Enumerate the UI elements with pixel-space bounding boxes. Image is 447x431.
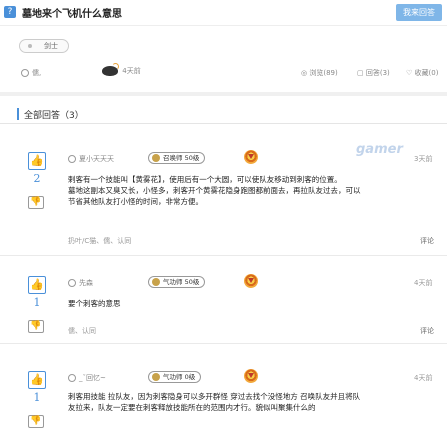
answer-actions[interactable]: 扔叶/C猫、儒、认同 [68, 236, 131, 246]
divider [0, 92, 447, 96]
user-icon [21, 69, 29, 77]
question-meta: 儒, 4天前 ◎ 浏览(89) ▢ 回答(3) ♡ 收藏(0) [0, 63, 447, 80]
comment-link[interactable]: 评论 [420, 326, 434, 336]
medal-icon [242, 274, 260, 288]
answers-count[interactable]: ▢ 回答(3) [357, 68, 390, 78]
answers-label: 回答(3) [365, 69, 390, 77]
section-title: 全部回答（3） [24, 111, 84, 121]
answer-line: 剌客有一个技能叫【黄雾花】，使用后有一个大圆，可以使队友移动到刺客的位置。 [68, 175, 342, 184]
level-text: 气功师 0级 [163, 373, 196, 381]
thumbs-down-icon[interactable]: 👎 [28, 320, 44, 333]
question-time: 4天前 [122, 67, 141, 75]
thumbs-down-icon[interactable]: 👎 [28, 196, 44, 209]
answer-line: 友拉来，队友一定要在刺客释放技能所在的范围内才行。貌似叫聚集什么的 [68, 403, 316, 412]
medal-icon [242, 369, 260, 383]
user-name: 夏小天天天 [79, 155, 114, 163]
level-badge: 气功师 50级 [148, 276, 206, 288]
answer-user[interactable]: _ˇ回忆~ [68, 373, 106, 383]
thumbs-up-icon[interactable]: 👍 [28, 276, 46, 294]
level-gem-icon [152, 373, 160, 381]
answer-line: 墓地这副本又臭又长，小怪多，刺客开个黄雾花隐身跑图都前面去，再拉队友过去，可以 [68, 186, 361, 195]
answer-item: 👍 1 👎 先森 气功师 50级 4天前 要个刺客的意思 儒、认同 评论 [0, 274, 447, 344]
section-accent [17, 108, 19, 120]
thumbs-down-icon[interactable]: 👎 [28, 415, 44, 428]
answer-time: 4天前 [414, 374, 433, 382]
user-name: 先森 [79, 279, 93, 287]
views-count: ◎ 浏览(89) [301, 69, 338, 77]
thumbs-up-icon[interactable]: 👍 [28, 152, 46, 170]
asker[interactable]: 儒, [21, 68, 41, 78]
user-icon [68, 279, 76, 287]
user-icon [68, 155, 76, 163]
answer-time: 3天前 [414, 155, 433, 163]
answer-user[interactable]: 先森 [68, 278, 93, 288]
favorites-label: 收藏(0) [414, 69, 439, 77]
answer-content: 刺客用技能 拉队友，因为刺客隐身可以多开群怪 穿过去找个没怪地方 召唤队友并且将… [68, 391, 440, 413]
level-badge: 气功师 0级 [148, 371, 202, 383]
vote-count: 1 [33, 296, 41, 309]
tag-chip[interactable]: 剑士 [19, 39, 69, 53]
asker-name: 儒, [32, 69, 42, 77]
level-gem-icon [152, 154, 160, 162]
views-label: 浏览(89) [309, 69, 338, 77]
answer-button[interactable]: 我来回答 [396, 4, 442, 21]
user-name: _ˇ回忆~ [79, 374, 106, 382]
answer-line: 节省其他队友打小怪的时间，非常方便。 [68, 197, 203, 206]
answer-item: 👍 2 👎 夏小天天天 召唤师 50级 3天前 剌客有一个技能叫【黄雾花】，使用… [0, 150, 447, 256]
answer-time: 4天前 [414, 279, 433, 287]
weibo-icon [102, 63, 119, 76]
answer-item: 👍 1 👎 _ˇ回忆~ 气功师 0级 4天前 刺客用技能 拉队友，因为刺客隐身可… [0, 369, 447, 431]
question-title: 墓地来个飞机什么意思 [22, 9, 122, 20]
level-gem-icon [152, 278, 160, 286]
answer-actions[interactable]: 儒、认同 [68, 326, 96, 336]
answer-content: 要个刺客的意思 [68, 298, 440, 309]
tag-icon [28, 44, 32, 48]
answer-user[interactable]: 夏小天天天 [68, 154, 114, 164]
question-header: ? 墓地来个飞机什么意思 我来回答 [0, 0, 447, 26]
level-text: 气功师 50级 [163, 278, 200, 286]
question-icon: ? [4, 6, 16, 18]
answer-line: 刺客用技能 拉队友，因为刺客隐身可以多开群怪 穿过去找个没怪地方 召唤队友并且将… [68, 392, 361, 401]
answers-section-header: 全部回答（3） [0, 104, 447, 124]
answer-line: 要个刺客的意思 [68, 299, 121, 308]
user-icon [68, 374, 76, 382]
tag-label: 剑士 [44, 42, 58, 50]
vote-count: 1 [33, 391, 41, 404]
medal-icon [242, 150, 260, 164]
favorites-count[interactable]: ♡ 收藏(0) [406, 68, 438, 78]
thumbs-up-icon[interactable]: 👍 [28, 371, 46, 389]
weibo-share[interactable]: 4天前 [102, 63, 141, 76]
comment-link[interactable]: 评论 [420, 236, 434, 246]
answer-content: 剌客有一个技能叫【黄雾花】，使用后有一个大圆，可以使队友移动到刺客的位置。 墓地… [68, 174, 440, 207]
vote-count: 2 [33, 172, 41, 185]
level-badge: 召唤师 50级 [148, 152, 206, 164]
level-text: 召唤师 50级 [163, 154, 200, 162]
